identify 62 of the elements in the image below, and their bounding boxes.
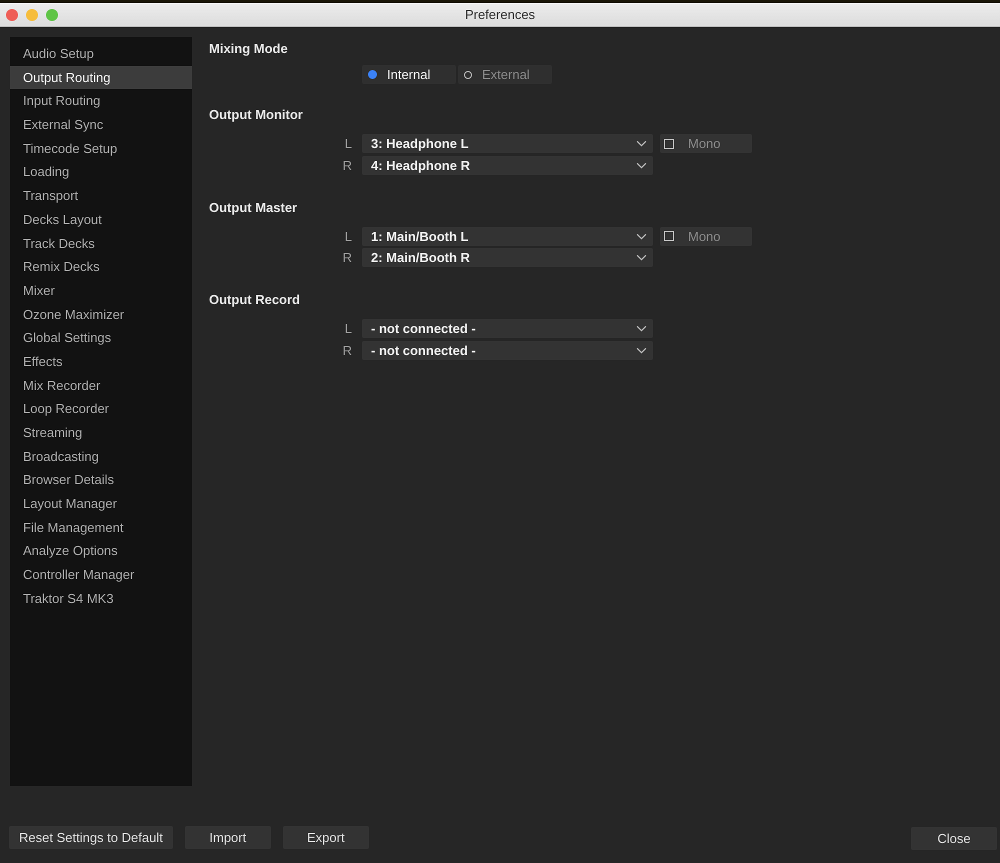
section-heading: Output Master — [209, 198, 298, 217]
sidebar-item[interactable]: Transport — [10, 184, 192, 208]
close-window-icon[interactable] — [6, 8, 18, 20]
channel-label: L — [344, 321, 353, 336]
sidebar-item[interactable]: Ozone Maximizer — [10, 302, 192, 326]
footer-button[interactable]: Reset Settings to Default — [9, 826, 173, 849]
output-dropdown[interactable]: - not connected - — [362, 340, 653, 360]
radio-option[interactable]: Internal — [362, 65, 456, 84]
section-heading: Output Monitor — [209, 106, 304, 124]
caret-icon — [636, 232, 647, 240]
sidebar-item[interactable]: Traktor S4 MK3 — [10, 586, 192, 610]
output-dropdown[interactable]: 3: Headphone L — [362, 134, 653, 153]
sidebar-item[interactable]: Loading — [10, 160, 192, 184]
sidebar-item[interactable]: Decks Layout — [10, 208, 192, 232]
output-dropdown[interactable]: - not connected - — [362, 319, 653, 338]
sidebar-item[interactable]: Layout Manager — [10, 492, 192, 516]
footer-button[interactable]: Export — [282, 826, 369, 849]
sidebar-item[interactable]: Browser Details — [10, 468, 192, 492]
section-heading: Output Record — [209, 291, 301, 309]
caret-icon — [636, 346, 647, 354]
checkbox-label: Mono — [688, 228, 721, 244]
mono-checkbox[interactable]: Mono — [660, 226, 752, 246]
radio-option[interactable]: External — [458, 65, 552, 84]
sidebar-item[interactable]: Track Decks — [10, 232, 192, 256]
caret-icon — [636, 140, 647, 147]
sidebar-item[interactable]: Loop Recorder — [10, 397, 192, 421]
sidebar-item[interactable]: External Sync — [10, 113, 192, 137]
section-heading: Mixing Mode — [209, 40, 289, 58]
sidebar-item[interactable]: Remix Decks — [10, 255, 192, 279]
output-dropdown[interactable]: 1: Main/Booth L — [362, 226, 653, 246]
footer-button[interactable]: Import — [184, 826, 271, 849]
sidebar-item[interactable]: Mix Recorder — [10, 374, 192, 398]
sidebar-item[interactable]: File Management — [10, 516, 192, 540]
output-dropdown[interactable]: 2: Main/Booth R — [362, 248, 653, 267]
minimize-window-icon[interactable] — [26, 8, 38, 20]
sidebar-item[interactable]: Streaming — [10, 421, 192, 445]
channel-label: R — [342, 250, 353, 265]
channel-label: R — [342, 158, 353, 172]
checkbox-label: Mono — [688, 136, 721, 151]
sidebar-item[interactable]: Audio Setup — [10, 42, 192, 66]
sidebar-item[interactable]: Controller Manager — [10, 563, 192, 587]
sidebar-item[interactable]: Global Settings — [10, 326, 192, 350]
channel-label: L — [344, 228, 353, 244]
sidebar-item[interactable]: Output Routing — [10, 66, 192, 90]
sidebar-item[interactable]: Broadcasting — [10, 444, 192, 468]
sidebar-item[interactable]: Mixer — [10, 278, 192, 303]
sidebar-item[interactable]: Input Routing — [10, 89, 192, 114]
caret-icon — [636, 254, 647, 261]
mono-checkbox[interactable]: Mono — [660, 134, 752, 153]
close-button[interactable]: Close — [911, 827, 997, 850]
sidebar-item[interactable]: Timecode Setup — [10, 136, 192, 160]
window-title: Preferences — [464, 7, 536, 22]
radio-label: Internal — [387, 67, 430, 82]
channel-label: R — [342, 342, 353, 358]
caret-icon — [636, 162, 647, 168]
output-dropdown[interactable]: 4: Headphone R — [362, 156, 653, 174]
caret-icon — [636, 325, 647, 332]
channel-label: L — [344, 136, 353, 151]
sidebar-item[interactable]: Effects — [10, 350, 192, 374]
radio-label: External — [482, 67, 530, 82]
sidebar-item[interactable]: Analyze Options — [10, 539, 192, 564]
zoom-window-icon[interactable] — [46, 8, 58, 20]
